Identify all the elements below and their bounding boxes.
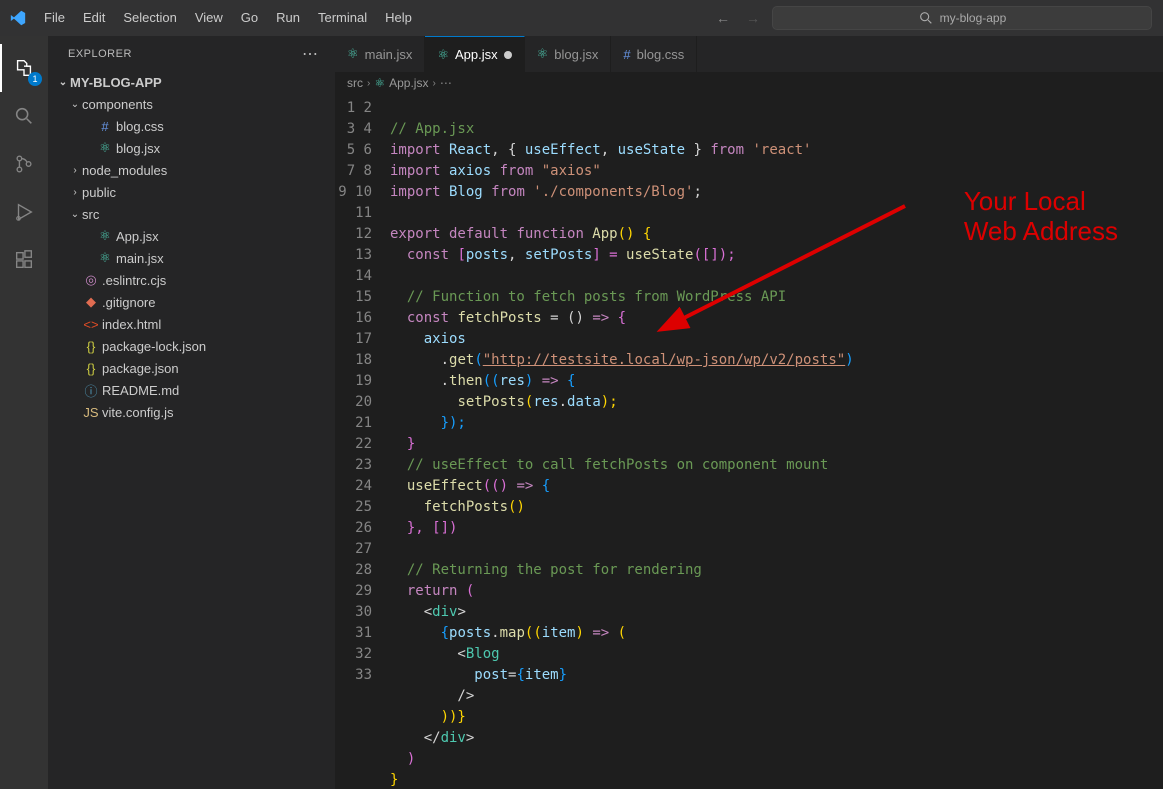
tab-dirty-icon <box>504 51 512 59</box>
activity-extensions-icon[interactable] <box>0 236 48 284</box>
line-number-gutter: 1 2 3 4 5 6 7 8 9 10 11 12 13 14 15 16 1… <box>335 94 390 789</box>
tree-file-readme[interactable]: ⓘREADME.md <box>48 379 335 401</box>
tab-label: App.jsx <box>455 47 498 62</box>
nav-forward-icon[interactable]: → <box>742 10 764 26</box>
tree-file-index-html[interactable]: <>index.html <box>48 313 335 335</box>
menu-terminal[interactable]: Terminal <box>309 0 376 36</box>
css-icon: # <box>623 47 630 62</box>
nav-back-icon[interactable]: ← <box>712 10 734 26</box>
editor-group: ⚛ main.jsx ⚛ App.jsx ⚛ blog.jsx # blog.c… <box>335 36 1163 789</box>
menu-selection[interactable]: Selection <box>114 0 185 36</box>
tree-file-blog-css[interactable]: #blog.css <box>48 115 335 137</box>
activity-badge: 1 <box>28 72 42 86</box>
breadcrumb[interactable]: src › ⚛ App.jsx › ⋯ <box>335 72 1163 94</box>
titlebar: File Edit Selection View Go Run Terminal… <box>0 0 1163 36</box>
react-icon: ⚛ <box>347 46 359 62</box>
tab-blog-css[interactable]: # blog.css <box>611 36 697 72</box>
tree-file-viteconfig[interactable]: JSvite.config.js <box>48 401 335 423</box>
activity-explorer-icon[interactable]: 1 <box>0 44 48 92</box>
editor-tabs: ⚛ main.jsx ⚛ App.jsx ⚛ blog.jsx # blog.c… <box>335 36 1163 72</box>
tree-file-blog-jsx[interactable]: ⚛blog.jsx <box>48 137 335 159</box>
code-editor[interactable]: // App.jsx import React, { useEffect, us… <box>390 94 854 789</box>
menu-file[interactable]: File <box>35 0 74 36</box>
menubar: File Edit Selection View Go Run Terminal… <box>35 0 421 36</box>
menu-go[interactable]: Go <box>232 0 267 36</box>
menu-help[interactable]: Help <box>376 0 421 36</box>
react-icon: ⚛ <box>437 47 449 63</box>
menu-run[interactable]: Run <box>267 0 309 36</box>
menu-edit[interactable]: Edit <box>74 0 114 36</box>
breadcrumb-folder: src <box>347 76 363 90</box>
react-icon: ⚛ <box>374 76 385 90</box>
tree-file-package-lock[interactable]: {}package-lock.json <box>48 335 335 357</box>
file-tree: ⌄ MY-BLOG-APP ⌄components #blog.css ⚛blo… <box>48 71 335 423</box>
tree-file-main-jsx[interactable]: ⚛main.jsx <box>48 247 335 269</box>
activity-scm-icon[interactable] <box>0 140 48 188</box>
command-center-search[interactable]: my-blog-app <box>772 6 1152 30</box>
tree-folder-components[interactable]: ⌄components <box>48 93 335 115</box>
react-icon: ⚛ <box>537 46 549 62</box>
tree-folder-src[interactable]: ⌄src <box>48 203 335 225</box>
activity-debug-icon[interactable] <box>0 188 48 236</box>
tab-label: blog.jsx <box>554 47 598 62</box>
activity-bar: 1 <box>0 36 48 789</box>
tab-app-jsx[interactable]: ⚛ App.jsx <box>425 36 524 72</box>
breadcrumb-file: App.jsx <box>389 76 428 90</box>
annotation-label: Your Local Web Address <box>964 186 1118 246</box>
tree-project-root[interactable]: ⌄ MY-BLOG-APP <box>48 71 335 93</box>
tab-blog-jsx[interactable]: ⚛ blog.jsx <box>525 36 612 72</box>
sidebar-explorer: EXPLORER ⋯ ⌄ MY-BLOG-APP ⌄components #bl… <box>48 36 335 789</box>
activity-search-icon[interactable] <box>0 92 48 140</box>
menu-view[interactable]: View <box>186 0 232 36</box>
tab-main-jsx[interactable]: ⚛ main.jsx <box>335 36 425 72</box>
tab-label: main.jsx <box>365 47 413 62</box>
sidebar-title: EXPLORER <box>68 48 132 60</box>
tree-file-gitignore[interactable]: ◆.gitignore <box>48 291 335 313</box>
vscode-logo-icon <box>0 10 35 26</box>
tree-folder-node-modules[interactable]: ›node_modules <box>48 159 335 181</box>
tree-file-app-jsx[interactable]: ⚛App.jsx <box>48 225 335 247</box>
tree-folder-public[interactable]: ›public <box>48 181 335 203</box>
search-placeholder: my-blog-app <box>940 11 1007 25</box>
tab-label: blog.css <box>637 47 685 62</box>
search-icon <box>918 10 934 26</box>
tree-file-package[interactable]: {}package.json <box>48 357 335 379</box>
tree-file-eslintrc[interactable]: ◎.eslintrc.cjs <box>48 269 335 291</box>
sidebar-more-icon[interactable]: ⋯ <box>302 44 319 64</box>
